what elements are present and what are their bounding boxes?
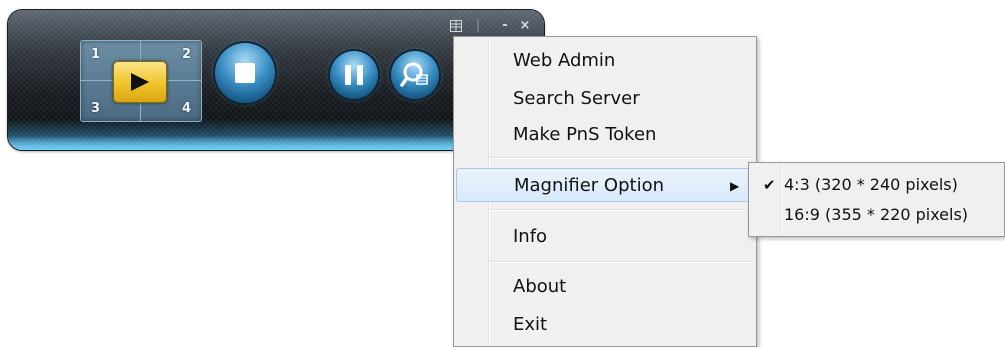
play-icon bbox=[131, 73, 149, 91]
menu-separator bbox=[490, 261, 752, 263]
submenu-arrow-icon: ▶ bbox=[730, 179, 740, 193]
menu-separator bbox=[490, 157, 752, 159]
menu-item-label: Web Admin bbox=[513, 50, 616, 71]
magnifier-button[interactable] bbox=[391, 51, 439, 99]
menu-separator bbox=[490, 209, 752, 211]
menu-item-exit[interactable]: Exit bbox=[456, 308, 752, 342]
magnifier-submenu: ✔ 4:3 (320 * 240 pixels) 16:9 (355 * 220… bbox=[748, 162, 1005, 237]
menu-item-label: Make PnS Token bbox=[513, 124, 657, 145]
menu-item-about[interactable]: About bbox=[456, 270, 752, 304]
minimize-button[interactable]: - bbox=[494, 18, 516, 34]
submenu-item-4-3[interactable]: ✔ 4:3 (320 * 240 pixels) bbox=[751, 170, 1001, 200]
menu-item-label: Exit bbox=[513, 314, 548, 335]
grid-number-1[interactable]: 1 bbox=[91, 47, 100, 62]
magnifier-icon bbox=[400, 62, 428, 87]
context-menu: Web Admin Search Server Make PnS Token M… bbox=[453, 36, 757, 347]
submenu-item-label: 4:3 (320 * 240 pixels) bbox=[784, 175, 958, 194]
close-button[interactable]: × bbox=[514, 18, 536, 34]
menu-item-magnifier-option[interactable]: Magnifier Option ▶ bbox=[456, 168, 752, 202]
menu-item-label: About bbox=[513, 276, 567, 297]
checkmark-icon: ✔ bbox=[763, 176, 776, 194]
menu-item-label: Search Server bbox=[513, 88, 640, 109]
pause-button[interactable] bbox=[330, 51, 378, 99]
pause-icon bbox=[345, 65, 351, 85]
play-button[interactable] bbox=[113, 61, 167, 103]
menu-list-icon bbox=[450, 20, 462, 32]
pause-icon-bar bbox=[357, 65, 363, 85]
split-screen-button[interactable]: 1 2 3 4 bbox=[80, 40, 202, 122]
menu-grid-icon[interactable] bbox=[445, 18, 467, 34]
submenu-item-16-9[interactable]: 16:9 (355 * 220 pixels) bbox=[751, 200, 1001, 230]
submenu-item-label: 16:9 (355 * 220 pixels) bbox=[784, 205, 969, 224]
menu-item-label: Info bbox=[513, 226, 548, 247]
control-separator: | bbox=[475, 18, 481, 33]
menu-item-info[interactable]: Info bbox=[456, 220, 752, 254]
grid-number-2[interactable]: 2 bbox=[182, 47, 191, 62]
menu-item-label: Magnifier Option bbox=[514, 175, 665, 196]
grid-number-3[interactable]: 3 bbox=[91, 101, 100, 116]
menu-item-web-admin[interactable]: Web Admin bbox=[456, 44, 752, 78]
grid-number-4[interactable]: 4 bbox=[182, 101, 191, 116]
stop-button[interactable] bbox=[215, 43, 275, 103]
menu-item-search-server[interactable]: Search Server bbox=[456, 82, 752, 116]
menu-item-make-pns-token[interactable]: Make PnS Token bbox=[456, 118, 752, 152]
stop-icon bbox=[235, 63, 255, 83]
